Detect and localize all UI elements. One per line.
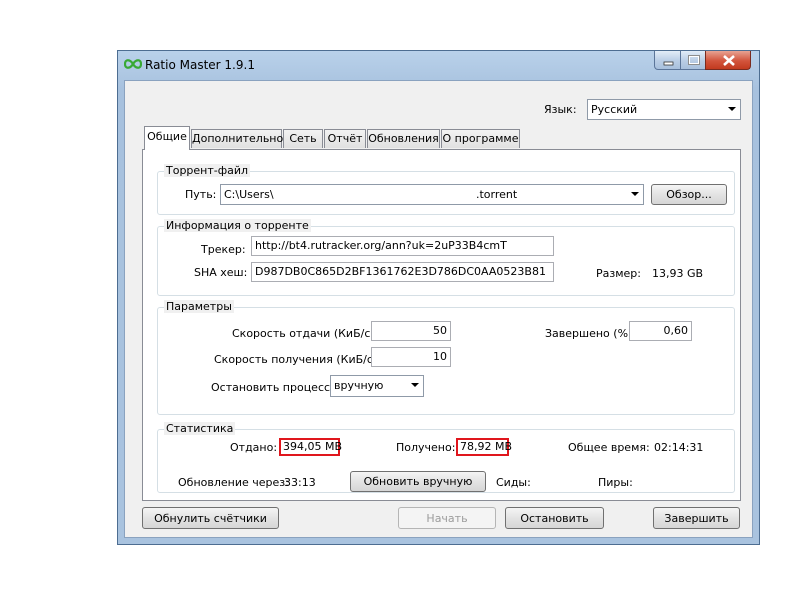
completed-field[interactable]: 0,60 [629, 321, 692, 341]
chevron-down-icon [631, 192, 639, 196]
tab-label: О программе [442, 132, 519, 145]
download-speed-field[interactable]: 10 [371, 347, 451, 367]
start-button[interactable]: Начать [398, 507, 496, 529]
downloaded-value: 78,92 MB [456, 438, 512, 456]
reset-counters-button[interactable]: Обнулить счётчики [142, 507, 279, 529]
path-select[interactable]: C:\Users\ .torrent [220, 184, 644, 205]
stop-button[interactable]: Остановить [505, 507, 604, 529]
minimize-icon [663, 61, 674, 66]
client-area: Язык: Русский Общие Дополнительно Сеть О… [124, 80, 753, 538]
stop-process-value: вручную [334, 379, 384, 392]
tracker-field[interactable]: http://bt4.rutracker.org/ann?uk=2uP33B4c… [251, 236, 554, 256]
peers-label: Пиры: [598, 476, 633, 489]
maximize-icon [688, 55, 700, 65]
language-value: Русский [591, 103, 638, 116]
title-bar[interactable]: Ratio Master 1.9.1 [118, 51, 759, 79]
torrent-file-group: Торрент-файл Путь: C:\Users\ .torrent Об… [157, 164, 735, 215]
group-title: Параметры [164, 300, 234, 313]
upload-speed-field[interactable]: 50 [371, 321, 451, 341]
tracker-label: Трекер: [201, 243, 246, 256]
tab-label: Сеть [289, 132, 317, 145]
main-window: Ratio Master 1.9.1 Язык: Русский Общие Д… [117, 50, 760, 545]
group-title: Информация о торренте [164, 219, 311, 232]
browse-button[interactable]: Обзор... [651, 184, 727, 205]
stop-process-label: Остановить процесс [211, 381, 331, 394]
sha-field[interactable]: D987DB0C865D2BF1361762E3D786DC0AA0523B81 [251, 262, 554, 282]
total-time-value: 02:14:31 [654, 441, 704, 454]
tab-report[interactable]: Отчёт [324, 129, 366, 148]
tab-panel-general: Торрент-файл Путь: C:\Users\ .torrent Об… [142, 149, 741, 501]
minimize-button[interactable] [654, 51, 681, 70]
tab-label: Общие [147, 130, 187, 143]
path-label: Путь: [185, 188, 217, 201]
close-button[interactable] [705, 51, 751, 70]
tab-network[interactable]: Сеть [283, 129, 323, 148]
language-label: Язык: [544, 103, 577, 116]
tab-label: Отчёт [327, 132, 363, 145]
language-select[interactable]: Русский [587, 99, 741, 120]
finish-button[interactable]: Завершить [653, 507, 740, 529]
upload-speed-label: Скорость отдачи (КиБ/с): [232, 327, 379, 340]
tab-advanced[interactable]: Дополнительно [191, 129, 284, 148]
update-now-button[interactable]: Обновить вручную [350, 471, 486, 492]
downloaded-label: Получено: [396, 441, 456, 454]
close-icon [723, 55, 735, 66]
sha-label: SHA хеш: [194, 266, 248, 279]
group-title: Статистика [164, 422, 236, 435]
uploaded-value: 394,05 MB [279, 438, 342, 456]
infinity-icon [123, 58, 143, 73]
tab-updates[interactable]: Обновления [367, 129, 440, 148]
stats-group: Статистика Отдано: 394,05 MB Получено: 7… [157, 422, 735, 493]
total-time-label: Общее время: [568, 441, 650, 454]
group-title: Торрент-файл [164, 164, 251, 177]
tab-general[interactable]: Общие [144, 126, 190, 150]
tab-label: Обновления [368, 132, 439, 145]
chevron-down-icon [411, 383, 419, 387]
window-title: Ratio Master 1.9.1 [145, 58, 255, 72]
tab-label: Дополнительно [192, 132, 284, 145]
update-in-label: Обновление через: [178, 476, 289, 489]
stop-process-select[interactable]: вручную [330, 375, 424, 397]
size-label: Размер: [596, 267, 641, 280]
uploaded-label: Отдано: [230, 441, 278, 454]
seeds-label: Сиды: [496, 476, 531, 489]
path-value: C:\Users\ [224, 188, 274, 201]
tab-about[interactable]: О программе [441, 129, 520, 148]
path-suffix: .torrent [476, 188, 518, 201]
chevron-down-icon [728, 107, 736, 111]
params-group: Параметры Скорость отдачи (КиБ/с): 50 Ск… [157, 300, 735, 415]
update-in-value: 33:13 [284, 476, 316, 489]
torrent-info-group: Информация о торренте Трекер: http://bt4… [157, 219, 735, 296]
maximize-button[interactable] [680, 51, 706, 70]
size-value: 13,93 GB [652, 267, 704, 280]
download-speed-label: Скорость получения (КиБ/с): [214, 353, 381, 366]
completed-label: Завершено (%) [545, 327, 633, 340]
